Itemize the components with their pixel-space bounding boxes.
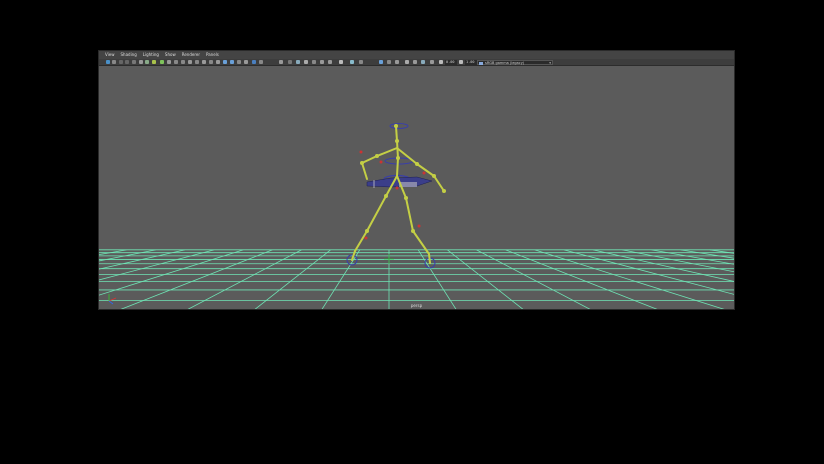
film-gate-icon[interactable] xyxy=(139,60,143,64)
scene-icon[interactable] xyxy=(421,60,425,64)
component-icon[interactable] xyxy=(304,60,308,64)
camera-select-icon[interactable] xyxy=(106,60,110,64)
character-rig[interactable] xyxy=(346,123,446,269)
head-control[interactable] xyxy=(389,123,409,129)
viewport-toolbar: 0.00 1.00 sRGB gamma (legacy) ▾ xyxy=(99,59,734,66)
grid-line xyxy=(505,249,658,309)
resolution-icon[interactable] xyxy=(405,60,409,64)
ground-grid xyxy=(99,249,734,309)
paint-icon[interactable] xyxy=(320,60,324,64)
sun-icon[interactable] xyxy=(430,60,434,64)
shadows-icon[interactable] xyxy=(188,60,192,64)
textured-icon[interactable] xyxy=(174,60,178,64)
3d-scene[interactable] xyxy=(99,66,734,310)
highlight-icon[interactable] xyxy=(339,60,343,64)
menu-show[interactable]: Show xyxy=(165,51,176,59)
grid-line xyxy=(476,249,591,309)
motion-blur-icon[interactable] xyxy=(202,60,206,64)
hud-icon[interactable] xyxy=(395,60,399,64)
ipr-icon[interactable] xyxy=(350,60,354,64)
menu-lighting[interactable]: Lighting xyxy=(143,51,159,59)
menu-shading[interactable]: Shading xyxy=(121,51,137,59)
render-icon[interactable] xyxy=(359,60,363,64)
menu-panels[interactable]: Panels xyxy=(206,51,219,59)
pivot-icon[interactable] xyxy=(288,60,292,64)
bookmark-icon[interactable] xyxy=(119,60,123,64)
backface-icon[interactable] xyxy=(244,60,248,64)
color-space-dropdown[interactable]: sRGB gamma (legacy) ▾ xyxy=(477,60,553,65)
color-management-icon[interactable] xyxy=(279,60,283,64)
color-space-label: sRGB gamma (legacy) xyxy=(485,60,525,65)
isolate-select-icon[interactable] xyxy=(223,60,227,64)
menu-view[interactable]: View xyxy=(105,51,115,59)
grid-line xyxy=(120,249,273,309)
chevron-down-icon: ▾ xyxy=(549,60,551,65)
resolution-gate-icon[interactable] xyxy=(145,60,149,64)
smooth-shade-icon[interactable] xyxy=(167,60,171,64)
anti-alias-icon[interactable] xyxy=(209,60,213,64)
xray-icon[interactable] xyxy=(230,60,234,64)
image-plane-icon[interactable] xyxy=(125,60,129,64)
safe-action-icon[interactable] xyxy=(152,60,156,64)
grid-line xyxy=(651,249,734,265)
camera-attr-icon[interactable] xyxy=(413,60,417,64)
viewport-menu-bar: View Shading Lighting Show Renderer Pane… xyxy=(99,51,734,59)
gamma-field[interactable]: 1.00 xyxy=(465,60,477,65)
wireframe-icon[interactable] xyxy=(160,60,164,64)
xray-joints-icon[interactable] xyxy=(237,60,241,64)
lock-camera-icon[interactable] xyxy=(112,60,116,64)
lighting-icon[interactable] xyxy=(181,60,185,64)
gamma-icon[interactable] xyxy=(259,60,263,64)
mesh-icon[interactable] xyxy=(312,60,316,64)
depth-of-field-icon[interactable] xyxy=(216,60,220,64)
grid-line xyxy=(99,249,127,256)
exposure-field[interactable]: 0.00 xyxy=(445,60,457,65)
gamma-slider-icon[interactable] xyxy=(459,60,463,64)
skeleton-joints xyxy=(351,125,445,264)
snap-icon[interactable] xyxy=(296,60,300,64)
grid-line xyxy=(417,249,457,309)
menu-renderer[interactable]: Renderer xyxy=(182,51,200,59)
camera-name-label: persp xyxy=(410,303,423,308)
playblast-icon[interactable] xyxy=(387,60,391,64)
settings-icon[interactable] xyxy=(439,60,443,64)
grid-line xyxy=(593,249,734,282)
color-space-swatch-icon xyxy=(479,61,483,65)
grid-line xyxy=(99,249,244,296)
snapshot-icon[interactable] xyxy=(379,60,383,64)
grid-toggle-icon[interactable] xyxy=(132,60,136,64)
grid-line xyxy=(187,249,302,309)
grid-line xyxy=(709,249,734,254)
screen-space-ao-icon[interactable] xyxy=(195,60,199,64)
grid-line xyxy=(563,249,734,295)
viewport-panel[interactable]: View Shading Lighting Show Renderer Pane… xyxy=(98,50,735,310)
exposure-icon[interactable] xyxy=(252,60,256,64)
lasso-icon[interactable] xyxy=(328,60,332,64)
grid-line xyxy=(321,249,361,309)
